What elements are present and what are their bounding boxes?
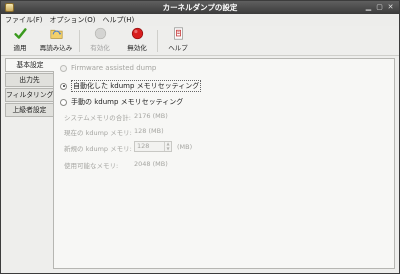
firmware-dump-option[interactable]: Firmware assisted dump <box>60 64 156 72</box>
spinner-arrows-icon[interactable]: ▲ ▼ <box>164 141 171 151</box>
toolbar-separator <box>157 30 158 52</box>
help-button[interactable]: ヘルプ <box>165 27 191 54</box>
close-icon[interactable]: ✕ <box>386 3 395 12</box>
tab-advanced-settings[interactable]: 上級者設定 <box>5 103 53 117</box>
enable-button[interactable]: 有効化 <box>87 27 113 54</box>
apply-button[interactable]: 適用 <box>9 27 31 54</box>
basic-settings-panel: Firmware assisted dump 自動化した kdump メモリセッ… <box>53 58 395 269</box>
minimize-icon[interactable]: ▁ <box>364 3 373 12</box>
new-kdump-unit: (MB) <box>177 143 193 151</box>
toolbar: 適用 再読み込み 有効化 無効化 ヘルプ <box>1 26 399 56</box>
usable-memory-label: 使用可能なメモリ: <box>64 162 119 170</box>
manual-memory-label: 手動の kdump メモリセッティング <box>71 98 184 106</box>
disable-label: 無効化 <box>127 44 147 52</box>
title-bar: カーネルダンプの設定 ▁ ▢ ✕ <box>1 1 399 14</box>
new-kdump-row: 新規の kdump メモリ: 128 ▲ ▼ (MB) <box>64 141 192 153</box>
settings-tabs: 基本設定 出力先 フィルタリング 上級者設定 <box>5 58 54 118</box>
usable-memory-row: 使用可能なメモリ: 2048 (MB) <box>64 160 168 170</box>
enable-icon <box>94 27 106 40</box>
usable-memory-value: 2048 (MB) <box>134 160 168 168</box>
reload-button[interactable]: 再読み込み <box>39 27 73 54</box>
main-window: カーネルダンプの設定 ▁ ▢ ✕ ファイル(F) オプション(O) ヘルプ(H)… <box>0 0 400 274</box>
tab-basic-settings[interactable]: 基本設定 <box>5 58 54 72</box>
auto-memory-option[interactable]: 自動化した kdump メモリセッティング <box>60 80 202 92</box>
enable-label: 有効化 <box>90 44 110 52</box>
maximize-icon[interactable]: ▢ <box>375 3 384 12</box>
total-memory-value: 2176 (MB) <box>134 112 168 120</box>
tab-output-target[interactable]: 出力先 <box>5 73 53 87</box>
auto-memory-radio[interactable] <box>60 82 67 90</box>
auto-memory-label: 自動化した kdump メモリセッティング <box>71 80 202 92</box>
firmware-dump-radio[interactable] <box>60 64 67 72</box>
current-kdump-row: 現在の kdump メモリ: 128 (MB) <box>64 127 164 137</box>
help-icon <box>173 27 183 40</box>
new-kdump-memory-spinner[interactable]: 128 ▲ ▼ <box>134 141 172 152</box>
reload-label: 再読み込み <box>39 44 73 52</box>
new-kdump-label: 新規の kdump メモリ: <box>64 145 132 153</box>
tab-filtering[interactable]: フィルタリング <box>5 88 53 102</box>
current-kdump-value: 128 (MB) <box>134 127 164 135</box>
menu-help[interactable]: ヘルプ(H) <box>102 15 134 25</box>
folder-reload-icon <box>49 29 63 39</box>
disable-button[interactable]: 無効化 <box>124 27 150 54</box>
stop-icon <box>131 27 143 40</box>
checkmark-icon <box>13 28 27 39</box>
total-memory-label: システムメモリの合計: <box>64 114 131 122</box>
window-title: カーネルダンプの設定 <box>162 3 238 12</box>
toolbar-separator <box>79 30 80 52</box>
menu-file[interactable]: ファイル(F) <box>5 15 43 25</box>
new-kdump-value: 128 <box>137 142 150 150</box>
current-kdump-label: 現在の kdump メモリ: <box>64 129 132 137</box>
help-label: ヘルプ <box>168 44 188 52</box>
menu-options[interactable]: オプション(O) <box>50 15 96 25</box>
total-memory-row: システムメモリの合計: 2176 (MB) <box>64 112 168 122</box>
apply-label: 適用 <box>13 44 27 52</box>
firmware-dump-label: Firmware assisted dump <box>71 64 157 72</box>
manual-memory-option[interactable]: 手動の kdump メモリセッティング <box>60 97 183 107</box>
menu-bar: ファイル(F) オプション(O) ヘルプ(H) <box>1 14 399 26</box>
manual-memory-radio[interactable] <box>60 98 67 106</box>
